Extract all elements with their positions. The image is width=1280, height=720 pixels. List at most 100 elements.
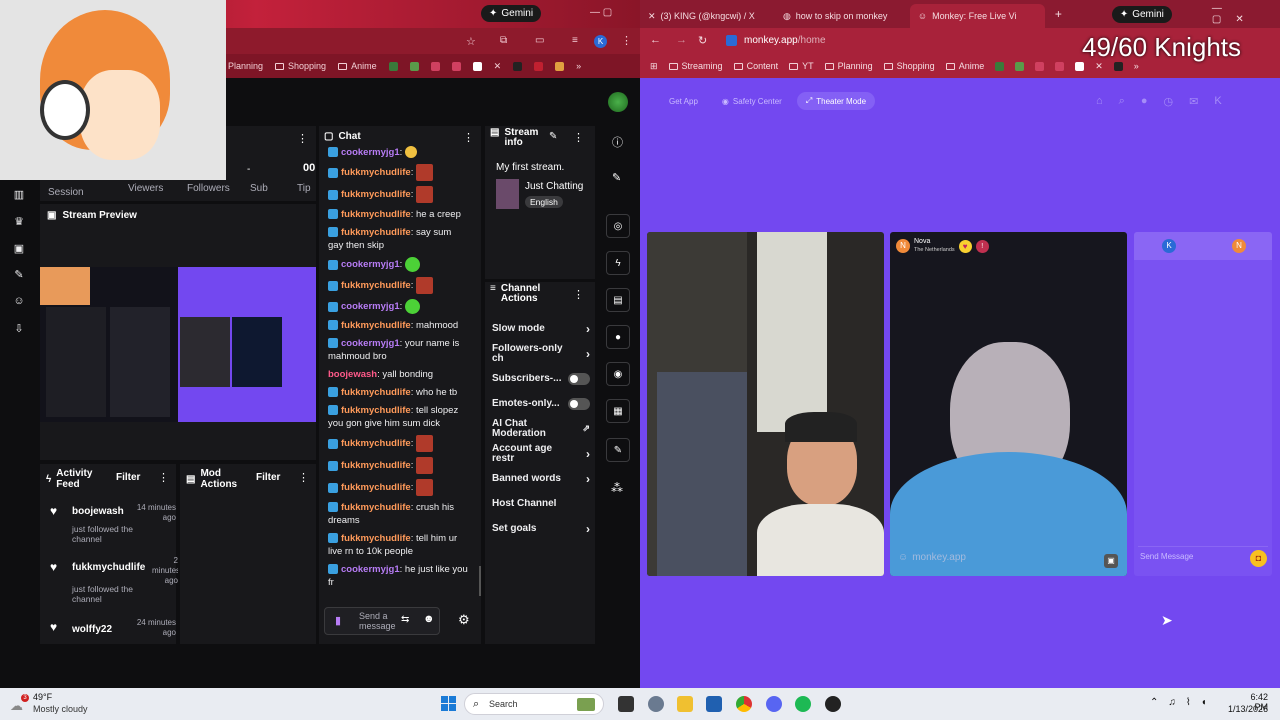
video-icon[interactable]: ▣	[11, 242, 27, 258]
users-icon[interactable]: ☺	[11, 295, 27, 311]
panel-menu-icon[interactable]: ⋮	[573, 131, 584, 144]
site-info-icon[interactable]	[726, 35, 737, 46]
trophy-icon[interactable]: ♛	[11, 215, 27, 231]
channel-action-item[interactable]: AI Chat Moderation ⇗	[492, 416, 590, 441]
channel-action-item[interactable]: Banned words ›	[492, 466, 590, 491]
coin-icon[interactable]: ●	[1141, 95, 1148, 108]
chat-username[interactable]: fukkmychudlife	[341, 209, 411, 220]
bookmark-favicon[interactable]	[451, 61, 461, 71]
bookmark-shopping[interactable]: Shopping	[883, 61, 935, 71]
bookmark-favicon[interactable]	[430, 61, 440, 71]
chat-username[interactable]: fukkmychudlife	[341, 280, 411, 291]
messages-icon[interactable]: ✉	[1189, 95, 1198, 108]
heart-icon[interactable]: ♥	[958, 239, 972, 253]
bookmark-favicon[interactable]	[472, 61, 482, 71]
channel-action-item[interactable]: Emotes-only...	[492, 391, 590, 416]
search-icon[interactable]: ⌕	[1119, 95, 1125, 108]
activity-user[interactable]: wolffy22	[72, 624, 112, 635]
theater-mode-button[interactable]: ⤢ Theater Mode	[796, 92, 876, 110]
bookmark-anime[interactable]: Anime	[945, 61, 984, 71]
back-icon[interactable]: ←	[650, 34, 661, 46]
safety-center-button[interactable]: ◉ Safety Center	[713, 92, 791, 110]
channel-action-item[interactable]: Followers-only ch ›	[492, 341, 590, 366]
stats-icon[interactable]: ▥	[11, 188, 27, 204]
mod-filter-button[interactable]: Filter	[256, 472, 280, 483]
lightning-icon[interactable]: ϟ	[606, 251, 630, 275]
activity-filter-button[interactable]: Filter	[116, 472, 140, 483]
upload-icon[interactable]: ⇩	[11, 322, 27, 338]
self-avatar[interactable]: K	[1162, 239, 1176, 253]
stream-preview-video[interactable]	[40, 267, 316, 422]
panel-menu-icon[interactable]: ⋮	[158, 471, 169, 484]
channel-action-item[interactable]: Set goals ›	[492, 516, 590, 541]
chat-username[interactable]: boojewash	[328, 369, 377, 380]
peer-avatar[interactable]: N	[1232, 239, 1246, 253]
user-avatar[interactable]	[608, 92, 628, 112]
bookmark-favicon[interactable]	[388, 61, 398, 71]
bookmark-favicon[interactable]	[1015, 61, 1025, 71]
channel-action-item[interactable]: Subscribers-...	[492, 366, 590, 391]
chat-username[interactable]: cookermyjg1	[341, 564, 400, 575]
peer-avatar[interactable]: N	[896, 239, 910, 253]
channel-action-item[interactable]: Host Channel	[492, 491, 590, 516]
forward-icon[interactable]: →	[676, 34, 687, 46]
chat-username[interactable]: cookermyjg1	[341, 259, 400, 270]
obs-icon[interactable]	[825, 696, 841, 712]
bookmark-streaming[interactable]: Streaming	[668, 61, 723, 71]
file-explorer-icon[interactable]	[677, 696, 693, 712]
pencil-icon[interactable]: ✎	[612, 171, 621, 184]
extensions-icon[interactable]: ⧉	[500, 35, 507, 46]
chat-username[interactable]: fukkmychudlife	[341, 482, 411, 493]
tab-x[interactable]: ✕ (3) KING (@kngcwi) / X	[640, 4, 775, 28]
panel-menu-icon[interactable]: ⋮	[463, 131, 474, 144]
gemini-button[interactable]: ✦ Gemini	[1111, 5, 1172, 23]
chat-username[interactable]: fukkmychudlife	[341, 438, 411, 449]
wrench-icon[interactable]: ✎	[606, 438, 630, 462]
bookmark-planning[interactable]: Planning	[824, 61, 873, 71]
chat-input[interactable]: ▮ Send a message ⇆ ☻	[324, 607, 440, 635]
bookmark-planning[interactable]: Planning	[228, 61, 263, 71]
profile-icon[interactable]: K	[1214, 95, 1221, 108]
chat-username[interactable]: fukkmychudlife	[341, 320, 411, 331]
category-thumbnail[interactable]	[496, 179, 519, 209]
chat-username[interactable]: fukkmychudlife	[341, 167, 411, 178]
stream-category[interactable]: Just Chatting	[525, 181, 583, 192]
edit-icon[interactable]: ✎	[549, 131, 557, 142]
bookmark-favicon[interactable]	[1035, 61, 1045, 71]
chat-username[interactable]: fukkmychudlife	[341, 502, 411, 513]
send-message-input[interactable]: Send Message ◘	[1138, 546, 1268, 570]
bookmark-favicon[interactable]	[1055, 61, 1065, 71]
new-tab-icon[interactable]: +	[1055, 7, 1062, 21]
bookmark-content[interactable]: Content	[733, 61, 778, 71]
task-view-icon[interactable]	[618, 696, 634, 712]
bookmark-yt[interactable]: YT	[789, 61, 814, 71]
chat-settings-icon[interactable]: ⚙	[458, 612, 470, 628]
x-icon[interactable]: ✕	[494, 61, 502, 72]
chat-username[interactable]: fukkmychudlife	[341, 189, 411, 200]
tab-search-icon[interactable]: ≡	[572, 35, 578, 46]
activity-user[interactable]: fukkmychudlife	[72, 562, 145, 573]
gemini-button[interactable]: ✦ Gemini	[481, 5, 542, 22]
apps-icon[interactable]: ⊞	[650, 61, 658, 72]
store-icon[interactable]	[706, 696, 722, 712]
broadcast-icon[interactable]: ◉	[606, 362, 630, 386]
screen-icon[interactable]: ▦	[606, 399, 630, 423]
shop-icon[interactable]: ⌂	[1096, 95, 1103, 108]
activity-user[interactable]: boojewash	[72, 506, 124, 517]
windows-start-icon[interactable]	[441, 696, 456, 711]
chat-username[interactable]: fukkmychudlife	[341, 227, 411, 238]
discord-icon[interactable]	[766, 696, 782, 712]
panel-menu-icon[interactable]: ⋮	[297, 132, 308, 145]
chat-username[interactable]: cookermyjg1	[341, 147, 400, 158]
spotify-icon[interactable]	[795, 696, 811, 712]
chat-message-list[interactable]: cookermyjg1: fukkmychudlife: fukkmychudl…	[328, 146, 468, 601]
chat-username[interactable]: fukkmychudlife	[341, 533, 411, 544]
channel-action-item[interactable]: Account age restr ›	[492, 441, 590, 466]
wrench-icon[interactable]: ✎	[11, 268, 27, 284]
share-icon[interactable]: ⁂	[611, 481, 623, 495]
mic-icon[interactable]: ▮	[335, 614, 341, 627]
emoji-icon[interactable]: ☻	[423, 613, 435, 625]
taskbar-search[interactable]: ⌕ Search	[464, 693, 604, 715]
cast-icon[interactable]: ▭	[535, 35, 544, 46]
chat-username[interactable]: fukkmychudlife	[341, 405, 411, 416]
